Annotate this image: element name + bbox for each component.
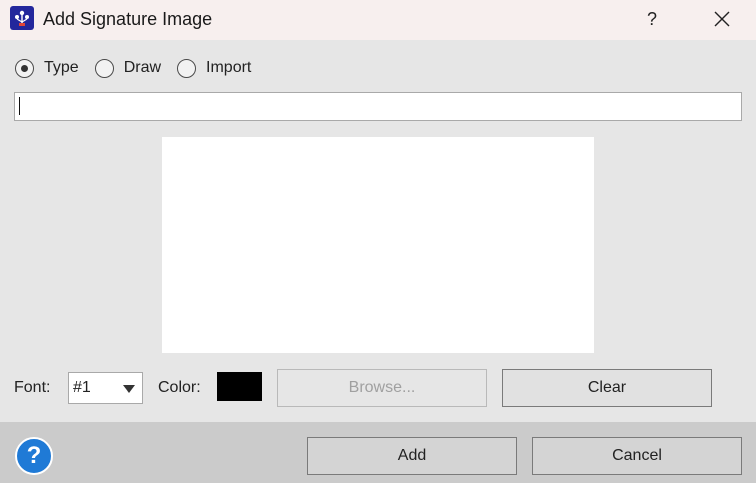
cancel-button[interactable]: Cancel — [532, 437, 742, 475]
radio-draw-label: Draw — [123, 59, 162, 76]
clear-button[interactable]: Clear — [502, 369, 712, 407]
radio-import[interactable]: Import — [177, 58, 252, 78]
font-label: Font: — [14, 379, 51, 396]
title-bar: Add Signature Image ? — [0, 0, 756, 40]
browse-button[interactable]: Browse... — [277, 369, 487, 407]
signature-text-input[interactable] — [14, 92, 742, 121]
radio-button[interactable] — [94, 58, 114, 78]
chevron-down-icon — [123, 385, 135, 393]
app-logo-icon — [10, 6, 34, 30]
dialog-footer: ? Add Cancel — [0, 422, 756, 483]
mode-radio-group: Type Draw Import — [15, 57, 267, 79]
signature-preview — [162, 137, 594, 353]
dialog-title: Add Signature Image — [43, 9, 213, 29]
radio-button[interactable] — [177, 58, 197, 78]
close-button[interactable] — [708, 6, 736, 32]
title-help-button[interactable]: ? — [640, 7, 664, 31]
help-icon[interactable]: ? — [15, 437, 53, 475]
radio-import-label: Import — [206, 59, 252, 76]
add-button[interactable]: Add — [307, 437, 517, 475]
font-dropdown[interactable]: #1 — [68, 372, 143, 404]
font-dropdown-value: #1 — [73, 379, 91, 396]
radio-type[interactable]: Type — [15, 58, 79, 78]
color-swatch-button[interactable] — [217, 372, 262, 401]
close-icon — [714, 11, 730, 27]
radio-button-selected[interactable] — [15, 58, 34, 78]
color-label: Color: — [158, 379, 201, 396]
text-caret — [19, 97, 20, 115]
radio-type-label: Type — [44, 59, 79, 76]
dialog-body: Type Draw Import Font: #1 Color: Browse.… — [0, 40, 756, 422]
radio-draw[interactable]: Draw — [94, 58, 162, 78]
